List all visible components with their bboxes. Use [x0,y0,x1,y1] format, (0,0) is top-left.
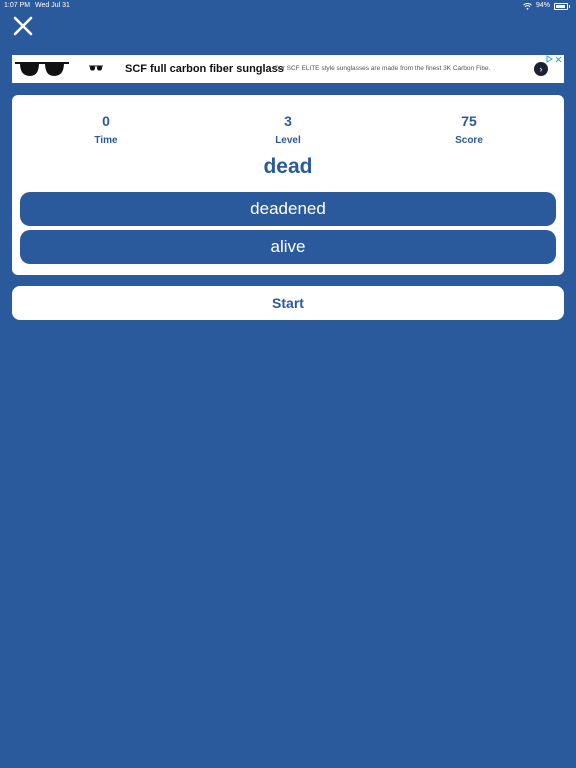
close-icon [13,16,33,36]
close-button[interactable] [10,13,36,39]
status-bar: 1:07 PM Wed Jul 31 94% [0,0,576,12]
score-label: Score [455,135,483,146]
time-value: 0 [102,113,110,129]
stat-score: 75 Score [419,111,519,146]
level-label: Level [275,135,301,146]
question-word: dead [263,155,313,178]
status-time: 1:07 PM [4,2,31,9]
score-value: 75 [461,113,477,129]
status-indicators: 94% [523,0,570,12]
battery-tip [569,4,570,8]
ad-open-button[interactable]: › [534,62,548,76]
game-card: 0 Time 3 Level 75 Score dead deadened al… [12,95,564,275]
battery-percent: 94% [535,2,550,9]
sunglasses-image [15,62,69,76]
battery-fill [556,4,566,8]
chevron-right-icon: › [539,64,543,74]
ad-banner[interactable]: SCF full carbon fiber sunglass Our SCF E… [12,55,564,83]
close-icon[interactable] [555,56,562,63]
sunglasses-thumbnail [89,65,103,71]
stat-level: 3 Level [238,111,338,146]
adchoices-icon [546,55,553,63]
level-value: 3 [284,113,292,129]
wifi-icon [523,2,532,10]
ad-description: Our SCF ELITE style sunglasses are made … [274,65,491,72]
stat-time: 0 Time [56,111,156,146]
time-label: Time [94,135,118,146]
answer-button-2[interactable]: alive [20,230,556,264]
status-date: Wed Jul 31 [35,2,70,9]
answer-button-1[interactable]: deadened [20,192,556,226]
start-button[interactable]: Start [12,286,564,320]
ad-choices[interactable] [546,55,562,63]
battery-icon [554,2,568,10]
game-screen: 1:07 PM Wed Jul 31 94% SCF full carbon f… [0,0,576,768]
ad-title[interactable]: SCF full carbon fiber sunglass [125,55,284,83]
